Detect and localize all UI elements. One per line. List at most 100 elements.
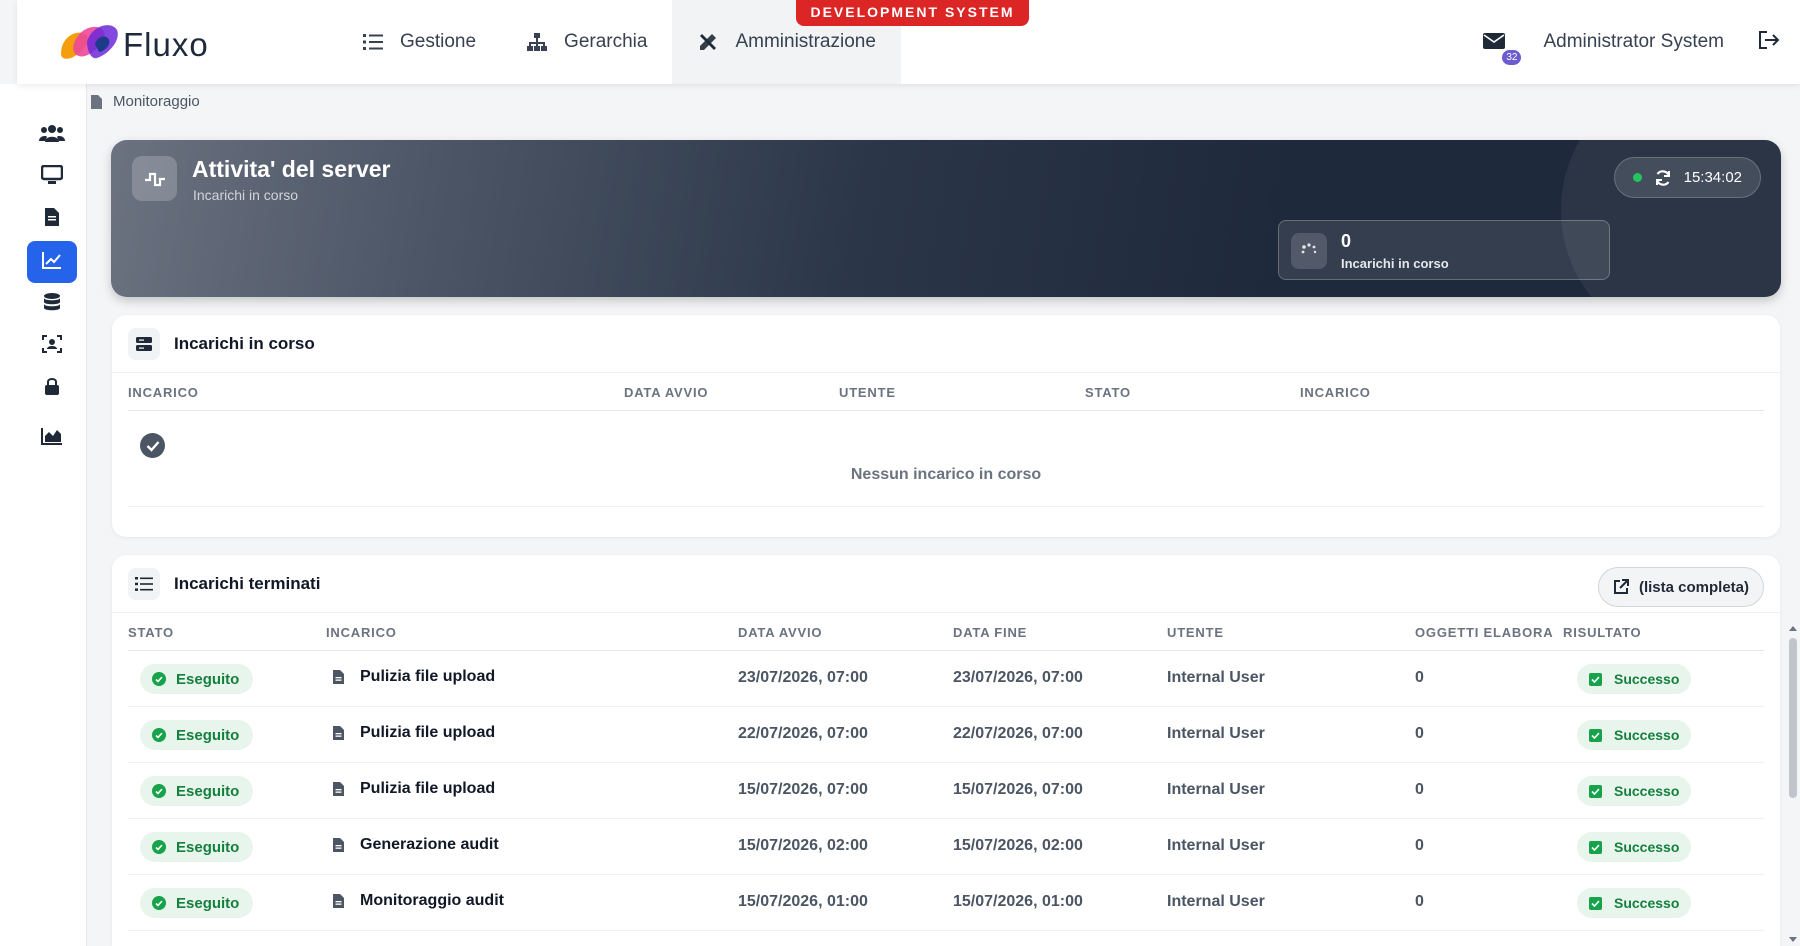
table-row[interactable]: Eseguito Pulizia file upload 22/07/2026,… (128, 707, 1764, 763)
result-badge: Successo (1577, 832, 1692, 862)
check-square-icon (1589, 672, 1602, 686)
end-date: 22/07/2026, 07:00 (953, 725, 1083, 742)
column-header[interactable]: STATO (128, 625, 174, 640)
page-title: Attivita' del server (192, 156, 391, 182)
breadcrumb: Monitoraggio (91, 93, 200, 110)
column-header[interactable]: INCARICO (128, 385, 199, 400)
unread-badge: 32 (1502, 50, 1522, 65)
column-header[interactable]: INCARICO (326, 625, 397, 640)
table-row[interactable]: Eseguito Pulizia file upload 15/07/2026,… (128, 763, 1764, 819)
status-badge: Eseguito (140, 832, 254, 862)
scroll-down-icon[interactable] (1788, 936, 1798, 944)
objects-count: 0 (1415, 781, 1424, 798)
file-icon (333, 838, 344, 852)
running-count-label: Incarichi in corso (1341, 256, 1449, 271)
sidebar-item-monitoring[interactable] (27, 241, 77, 283)
user-name[interactable]: Administrator System (1543, 31, 1724, 53)
nav-gestione[interactable]: Gestione (337, 0, 501, 84)
check-circle-icon (140, 433, 165, 458)
status-label: Eseguito (176, 894, 240, 912)
running-count-card: 0 Incarichi in corso (1278, 220, 1610, 280)
refresh-clock[interactable]: 15:34:02 (1613, 157, 1761, 198)
start-date: 15/07/2026, 07:00 (738, 781, 868, 798)
refresh-icon (1654, 169, 1672, 187)
user-cell: Internal User (1167, 781, 1265, 798)
nav-gerarchia[interactable]: Gerarchia (501, 0, 672, 84)
status-badge: Eseguito (140, 664, 254, 694)
task-name[interactable]: Pulizia file upload (333, 668, 495, 686)
brand-name: Fluxo (123, 26, 209, 63)
finished-rows: Eseguito Pulizia file upload 23/07/2026,… (112, 651, 1780, 931)
logout-icon[interactable] (1758, 30, 1782, 54)
monitor-icon (40, 164, 64, 190)
column-header[interactable]: INCARICO (1300, 385, 1371, 400)
file-icon (91, 94, 103, 109)
sidebar-item-files[interactable] (27, 198, 77, 240)
task-name[interactable]: Monitoraggio audit (333, 892, 504, 910)
sidebar-item-reports[interactable] (27, 417, 77, 459)
sidebar-item-security[interactable] (27, 367, 77, 409)
tools-icon (697, 31, 719, 53)
app-logo[interactable]: Fluxo (51, 14, 209, 70)
breadcrumb-label[interactable]: Monitoraggio (113, 93, 200, 110)
status-label: Eseguito (176, 726, 240, 744)
pulse-icon (132, 156, 177, 201)
column-header[interactable]: DATA AVVIO (738, 625, 822, 640)
end-date: 15/07/2026, 02:00 (953, 837, 1083, 854)
column-header[interactable]: OGGETTI ELABORA (1415, 625, 1553, 640)
result-badge: Successo (1577, 664, 1692, 694)
start-date: 23/07/2026, 07:00 (738, 669, 868, 686)
check-square-icon (1589, 896, 1602, 910)
user-area: 32 Administrator System (1483, 0, 1782, 84)
column-header[interactable]: DATA AVVIO (624, 385, 708, 400)
file-icon (333, 670, 344, 684)
start-date: 15/07/2026, 01:00 (738, 893, 868, 910)
lock-icon (45, 377, 59, 400)
status-badge: Eseguito (140, 776, 254, 806)
clock-time: 15:34:02 (1683, 169, 1742, 186)
task-name[interactable]: Pulizia file upload (333, 780, 495, 798)
table-row[interactable]: Eseguito Generazione audit 15/07/2026, 0… (128, 819, 1764, 875)
sidebar-item-database[interactable] (27, 283, 77, 325)
page-subtitle: Incarichi in corso (193, 187, 299, 203)
sidebar (0, 84, 87, 946)
user-cell: Internal User (1167, 837, 1265, 854)
check-circle-icon (152, 672, 166, 686)
result-label: Successo (1614, 839, 1680, 855)
result-badge: Successo (1577, 888, 1692, 918)
table-header: STATO INCARICO DATA AVVIO DATA FINE UTEN… (128, 613, 1764, 651)
column-header[interactable]: RISULTATO (1563, 625, 1641, 640)
full-list-button[interactable]: (lista completa) (1597, 567, 1764, 607)
task-label: Monitoraggio audit (360, 892, 504, 909)
column-header[interactable]: DATA FINE (953, 625, 1027, 640)
table-scrollbar[interactable] (1788, 620, 1798, 946)
end-date: 15/07/2026, 07:00 (953, 781, 1083, 798)
finished-tasks-card: Incarichi terminati (lista completa) STA… (112, 555, 1780, 946)
hierarchy-icon (526, 31, 548, 53)
column-header[interactable]: UTENTE (1167, 625, 1224, 640)
column-header[interactable]: UTENTE (839, 385, 896, 400)
environment-banner: DEVELOPMENT SYSTEM (796, 0, 1029, 26)
table-row[interactable]: Eseguito Pulizia file upload 23/07/2026,… (128, 651, 1764, 707)
sidebar-item-monitor[interactable] (27, 156, 77, 198)
scroll-up-icon[interactable] (1788, 624, 1798, 632)
task-name[interactable]: Generazione audit (333, 836, 499, 854)
check-square-icon (1589, 784, 1602, 798)
nav-label: Gestione (400, 31, 477, 52)
check-square-icon (1589, 728, 1602, 742)
sidebar-item-users[interactable] (27, 114, 77, 156)
full-list-label: (lista completa) (1638, 578, 1749, 596)
list-icon (362, 31, 384, 53)
table-row[interactable]: Eseguito Monitoraggio audit 15/07/2026, … (128, 875, 1764, 931)
scroll-thumb[interactable] (1789, 638, 1797, 798)
task-name[interactable]: Pulizia file upload (333, 724, 495, 742)
sidebar-item-recognition[interactable] (27, 325, 77, 367)
mail-icon[interactable]: 32 (1483, 29, 1522, 65)
start-date: 22/07/2026, 07:00 (738, 725, 868, 742)
user-cell: Internal User (1167, 725, 1265, 742)
column-header[interactable]: STATO (1085, 385, 1131, 400)
spinner-icon (1291, 233, 1327, 269)
status-label: Eseguito (176, 838, 240, 856)
result-label: Successo (1614, 895, 1680, 911)
server-activity-header: Attivita' del server Incarichi in corso … (111, 140, 1781, 297)
